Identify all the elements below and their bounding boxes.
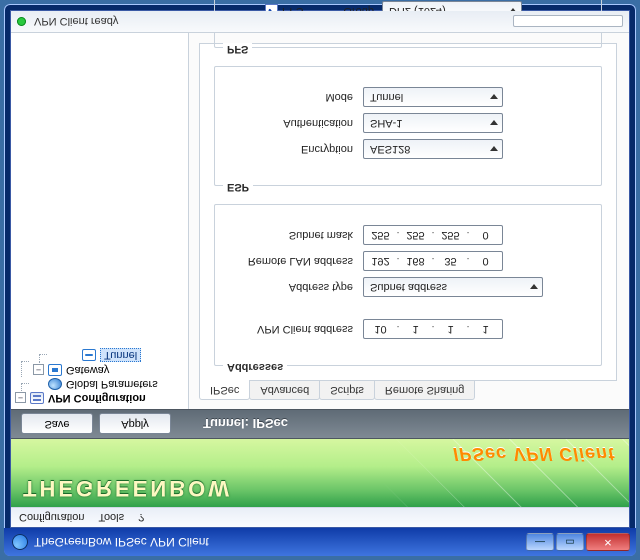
mode-value: Tunnel [370,91,403,103]
address-type-select[interactable]: Subnet address [363,277,543,297]
encryption-value: AES128 [370,143,410,155]
tab-ipsec[interactable]: IPSec [199,380,250,400]
chevron-down-icon [490,95,498,100]
brand-logo-text: THEGREENBOW [23,475,232,501]
globe-icon [48,378,62,390]
tree-gateway[interactable]: − Gateway [31,363,188,377]
tree-gateway-label: Gateway [66,364,109,376]
mode-select[interactable]: Tunnel [363,87,503,107]
brand-banner: THEGREENBOW IPSec VPN Client [11,439,629,507]
encryption-select[interactable]: AES128 [363,139,503,159]
config-icon [30,392,44,404]
client-area: Configuration Tools ? THEGREENBOW IPSec … [10,10,630,528]
tree-tunnel[interactable]: Tunnel [65,347,188,363]
chevron-down-icon [530,285,538,290]
encryption-label: Encryption [225,143,363,155]
section-addresses: Addresses VPN Client address 10. 1. 1. 1 [214,204,602,366]
tunnel-icon [82,349,96,361]
mode-label: Mode [225,91,363,103]
chevron-down-icon [490,147,498,152]
tree-global-parameters[interactable]: Global Parameters [31,377,188,391]
brand-tagline: IPSec VPN Client [453,443,615,464]
minimize-button[interactable]: — [526,533,554,551]
status-text: VPN Client ready [34,16,118,28]
tab-remote-sharing[interactable]: Remote Sharing [374,380,476,400]
subnet-mask-input[interactable]: 255. 255. 255. 0 [363,225,503,245]
authentication-label: Authentication [225,117,363,129]
main-panel: IPSec Advanced Scripts Remote Sharing Ad… [189,33,629,409]
statusbar: VPN Client ready [11,11,629,33]
remote-lan-label: Remote LAN address [225,255,363,267]
expand-toggle[interactable]: − [33,365,44,376]
titlebar: TheGreenBow IPSec VPN Client — ▭ ✕ [4,528,636,556]
subnet-mask-label: Subnet mask [225,229,363,241]
expand-toggle[interactable]: − [15,393,26,404]
section-esp-legend: ESP [223,181,253,193]
menu-help[interactable]: ? [138,512,144,524]
config-tree: − VPN Configuration Global Parameters − [11,33,189,409]
authentication-value: SHA-1 [370,117,402,129]
maximize-button[interactable]: ▭ [556,533,584,551]
tab-page-ipsec: Addresses VPN Client address 10. 1. 1. 1 [199,43,617,381]
tab-scripts[interactable]: Scripts [319,380,375,400]
app-icon [12,534,28,550]
progress-placeholder [513,16,623,28]
close-button[interactable]: ✕ [586,533,630,551]
tabstrip: IPSec Advanced Scripts Remote Sharing [199,381,629,401]
toolbar: Save Apply Tunnel: IPSec [11,409,629,439]
menu-tools[interactable]: Tools [98,512,124,524]
tree-tunnel-label: Tunnel [100,348,141,362]
app-window: TheGreenBow IPSec VPN Client — ▭ ✕ Confi… [4,4,636,556]
chevron-down-icon [490,121,498,126]
menubar: Configuration Tools ? [11,507,629,527]
address-type-value: Subnet address [370,281,447,293]
tab-advanced[interactable]: Advanced [249,380,320,400]
apply-button[interactable]: Apply [99,414,171,435]
authentication-select[interactable]: SHA-1 [363,113,503,133]
tree-root-label: VPN Configuration [48,392,146,404]
address-type-label: Address type [225,281,363,293]
vpn-client-address-label: VPN Client address [225,323,363,335]
section-addresses-legend: Addresses [223,361,287,373]
menu-configuration[interactable]: Configuration [19,512,84,524]
section-pfs-legend: PFS [223,43,252,55]
vpn-client-address-input[interactable]: 10. 1. 1. 1 [363,319,503,339]
section-esp: ESP Encryption AES128 Authentication S [214,66,602,186]
tree-global-label: Global Parameters [66,378,158,390]
gateway-icon [48,364,62,376]
window-title: TheGreenBow IPSec VPN Client [34,535,209,549]
save-button[interactable]: Save [21,414,93,435]
status-indicator-icon [17,17,26,26]
tree-root[interactable]: − VPN Configuration [13,391,188,405]
remote-lan-input[interactable]: 192. 168. 35. 0 [363,251,503,271]
